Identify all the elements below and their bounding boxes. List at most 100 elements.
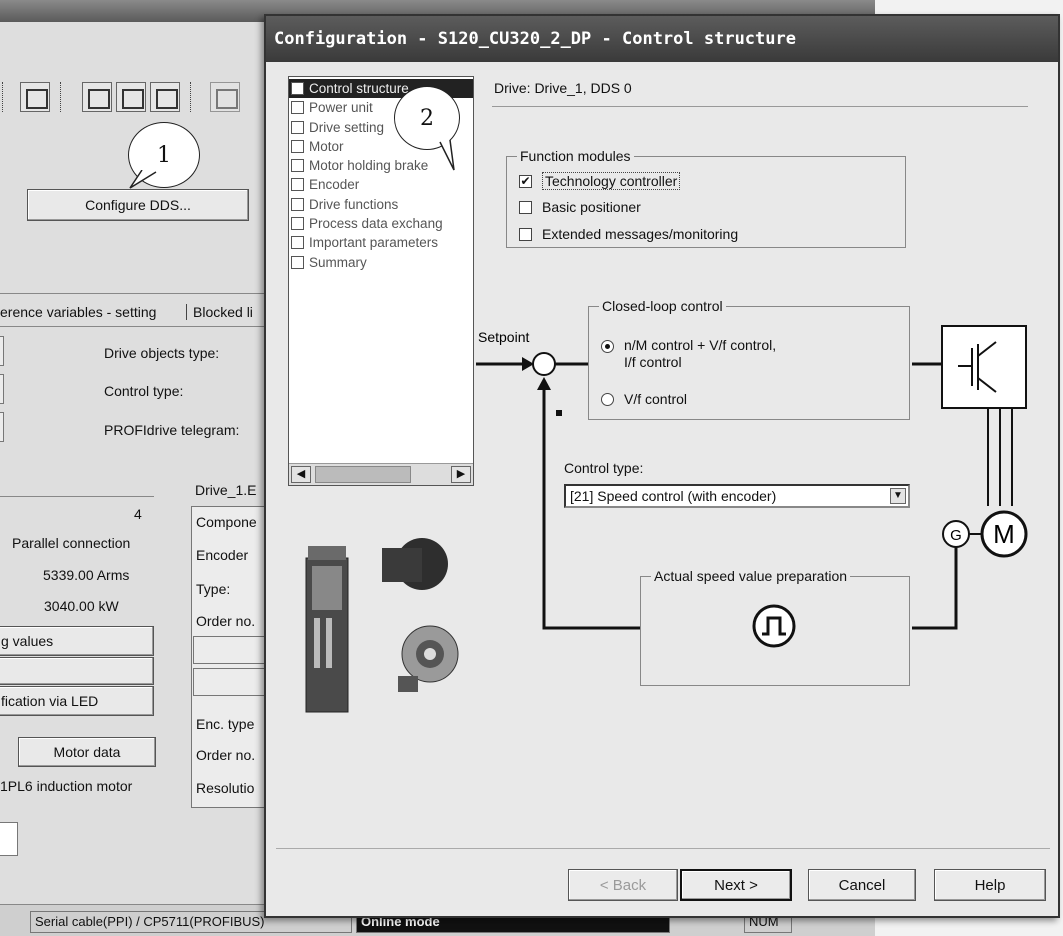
- checkbox-icon: [291, 82, 304, 95]
- callout-1-tail: [129, 170, 157, 189]
- nav-item[interactable]: Process data exchang: [289, 214, 473, 233]
- nav-item-label: Drive functions: [309, 196, 399, 212]
- order-label-2: Order no.: [196, 747, 256, 763]
- next-button[interactable]: Next >: [680, 869, 792, 901]
- nav-item-label: Process data exchang: [309, 216, 443, 232]
- component-label: Compone: [196, 514, 257, 530]
- type-label: Type:: [196, 581, 231, 597]
- toolbar-separator: [2, 82, 5, 112]
- callout-2-tail: [439, 139, 455, 171]
- field-stub: [0, 412, 4, 442]
- nav-item[interactable]: Summary: [289, 253, 473, 272]
- nav-horizontal-scrollbar[interactable]: ◀ ▶: [289, 463, 473, 485]
- scroll-thumb[interactable]: [315, 466, 411, 483]
- basic-positioner-checkbox[interactable]: Basic positioner: [519, 197, 641, 217]
- nav-item-label: Drive setting: [309, 119, 385, 135]
- speed-feedback-line: [542, 388, 640, 630]
- vf-control-radio[interactable]: V/f control: [601, 389, 687, 409]
- radio-selected-icon[interactable]: [601, 340, 614, 353]
- motor-type: 1PL6 induction motor: [0, 778, 133, 794]
- extended-messages-checkbox[interactable]: Extended messages/monitoring: [519, 224, 738, 244]
- toolbar-config-icon[interactable]: [116, 82, 146, 112]
- divider: [492, 106, 1028, 107]
- setpoint-arrow-icon: [522, 357, 534, 371]
- checkbox-checked-icon[interactable]: ✔: [519, 174, 532, 188]
- enc-type-label: Enc. type: [196, 716, 255, 732]
- motor-data-button[interactable]: Motor data: [18, 737, 156, 767]
- nav-item-label: Encoder: [309, 177, 360, 193]
- toolbar-separator: [190, 82, 193, 112]
- toolbar-user-icon[interactable]: [20, 82, 50, 112]
- identification-led-button[interactable]: fication via LED: [0, 686, 154, 716]
- feedback-arrow-icon: [537, 377, 551, 390]
- minus-sign: [556, 410, 562, 416]
- toolbar-drive-icon[interactable]: [150, 82, 180, 112]
- encoder-feedback-line: [912, 547, 958, 630]
- field-stub: [0, 374, 4, 404]
- igbt-emitter: [977, 377, 997, 393]
- checkbox-icon: [291, 255, 304, 269]
- configuration-dialog: Configuration - S120_CU320_2_DP - Contro…: [264, 14, 1060, 918]
- order-label: Order no.: [196, 613, 256, 629]
- control-type-label: Control type:: [564, 460, 644, 476]
- divider: [0, 496, 154, 497]
- divider: [276, 848, 1050, 849]
- nav-item[interactable]: Encoder: [289, 175, 473, 194]
- nm-control-radio[interactable]: n/M control + V/f control, I/f control: [601, 337, 776, 370]
- scroll-right-icon[interactable]: ▶: [451, 466, 471, 483]
- closed-loop-control-title: Closed-loop control: [599, 298, 726, 314]
- rated-current: 5339.00 Arms: [43, 567, 130, 583]
- cancel-button[interactable]: Cancel: [808, 869, 916, 901]
- connection-type: Parallel connection: [12, 535, 131, 551]
- nav-item-label: Motor holding brake: [309, 158, 429, 174]
- toolbar-disabled-icon: [210, 82, 240, 112]
- rated-power: 3040.00 kW: [44, 598, 119, 614]
- nav-item[interactable]: Drive functions: [289, 195, 473, 214]
- resolution-label: Resolutio: [196, 780, 255, 796]
- configure-dds-button[interactable]: Configure DDS...: [27, 189, 249, 221]
- scroll-left-icon[interactable]: ◀: [291, 466, 311, 483]
- nav-item-label: Power unit: [309, 100, 373, 116]
- setpoint-label: Setpoint: [478, 329, 529, 345]
- nav-item-label: Motor: [309, 138, 344, 154]
- control-type-dropdown[interactable]: [21] Speed control (with encoder) ▼: [564, 484, 910, 508]
- summing-junction: [532, 352, 556, 376]
- blank-button[interactable]: [0, 657, 154, 685]
- nav-item[interactable]: Important parameters: [289, 233, 473, 252]
- radio-icon[interactable]: [601, 392, 614, 406]
- checkbox-icon[interactable]: [519, 227, 532, 241]
- drive-objects-type-label: Drive objects type:: [104, 345, 220, 361]
- checkbox-icon: [291, 159, 304, 173]
- tab-blocked[interactable]: Blocked li: [186, 304, 253, 320]
- help-button[interactable]: Help: [934, 869, 1046, 901]
- actual-speed-group: Actual speed value preparation: [640, 568, 910, 686]
- checkbox-icon: [291, 197, 304, 211]
- motor-count: 4: [134, 506, 142, 522]
- checkbox-icon: [291, 139, 304, 153]
- nav-item-label: Control structure: [309, 81, 409, 96]
- checkbox-icon: [291, 236, 304, 250]
- toolbar-separator: [60, 82, 63, 112]
- igbt-collector: [977, 341, 997, 357]
- power-unit-igbt-icon: [941, 325, 1027, 409]
- dropdown-arrow-icon[interactable]: ▼: [890, 488, 906, 504]
- toolbar-monitor-icon[interactable]: [82, 82, 112, 112]
- values-button[interactable]: g values: [0, 626, 154, 656]
- tab-reference-variables[interactable]: erence variables - setting: [0, 304, 156, 320]
- drive-hardware-image: [305, 538, 459, 713]
- motor-symbol: M: [993, 519, 1015, 549]
- dialog-title: Configuration - S120_CU320_2_DP - Contro…: [266, 16, 1058, 62]
- encoder-icon: [942, 520, 970, 548]
- checkbox-icon[interactable]: [519, 200, 532, 214]
- checkbox-icon: [291, 178, 304, 192]
- drive-header: Drive_1.E: [195, 482, 257, 498]
- nav-item-label: Summary: [309, 254, 367, 270]
- checkbox-icon: [291, 101, 304, 115]
- field: [193, 636, 269, 664]
- back-button[interactable]: < Back: [568, 869, 678, 901]
- profidrive-telegram-label: PROFIdrive telegram:: [104, 422, 240, 438]
- actual-speed-title: Actual speed value preparation: [651, 568, 851, 584]
- checkbox-icon: [291, 217, 304, 231]
- field: [193, 668, 269, 696]
- technology-controller-checkbox[interactable]: ✔ Technology controller: [519, 171, 681, 191]
